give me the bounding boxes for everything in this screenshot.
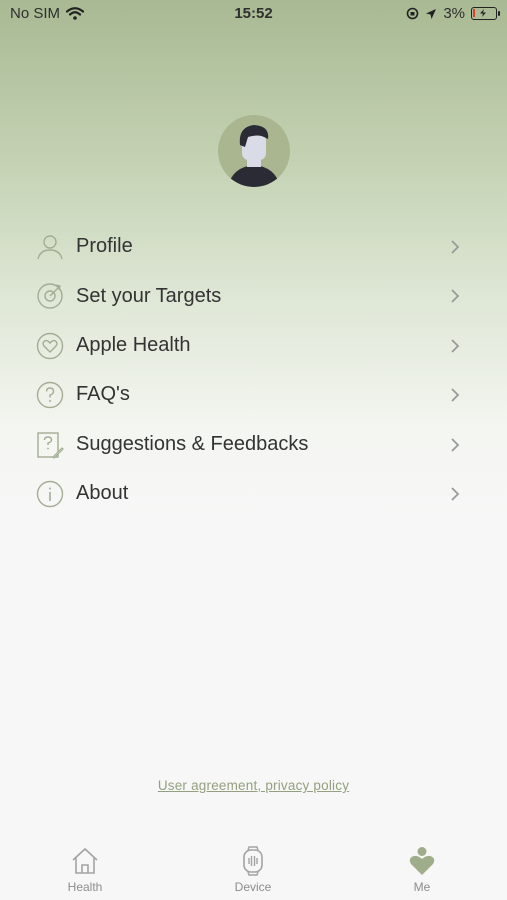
menu-item-profile[interactable]: Profile [0, 222, 507, 271]
menu-item-targets[interactable]: Set your Targets [0, 271, 507, 320]
tab-bar: Health Device Me [0, 840, 507, 900]
chevron-right-icon [451, 388, 460, 402]
tab-label: Device [234, 880, 272, 894]
chevron-right-icon [451, 487, 460, 501]
chevron-right-icon [451, 339, 460, 353]
location-arrow-icon [426, 8, 437, 19]
tab-device[interactable]: Device [193, 840, 313, 894]
menu-item-apple-health[interactable]: Apple Health [0, 321, 507, 370]
house-icon [72, 847, 98, 874]
chevron-right-icon [451, 289, 460, 304]
menu-item-faq[interactable]: FAQ's [0, 370, 507, 419]
person-heart-icon [409, 847, 435, 875]
info-icon [36, 480, 64, 508]
chevron-right-icon [451, 240, 460, 254]
tab-label: Health [67, 880, 103, 894]
menu-item-suggestions[interactable]: Suggestions & Feedbacks [0, 420, 507, 469]
tab-health[interactable]: Health [25, 840, 145, 894]
question-icon [36, 381, 64, 409]
target-icon [37, 283, 63, 310]
watch-icon [243, 846, 263, 876]
battery-percent: 3% [443, 5, 465, 22]
menu-item-label: FAQ's [76, 383, 130, 406]
settings-menu: Profile Set your Targets Apple Health FA… [0, 222, 507, 518]
status-right: 3% [406, 5, 500, 22]
menu-item-label: Set your Targets [76, 284, 222, 307]
avatar[interactable] [218, 115, 290, 187]
tab-me[interactable]: Me [362, 840, 482, 894]
avatar-person-icon [228, 125, 280, 187]
user-agreement-link[interactable]: User agreement, privacy policy [0, 778, 507, 793]
chevron-right-icon [451, 437, 460, 452]
feedback-icon [37, 431, 64, 459]
heart-icon [36, 332, 64, 359]
tab-label: Me [413, 880, 431, 894]
menu-item-label: About [76, 482, 129, 505]
menu-item-label: Apple Health [76, 333, 191, 356]
orientation-lock-icon [407, 7, 419, 20]
menu-item-about[interactable]: About [0, 469, 507, 518]
person-icon [37, 235, 63, 260]
menu-item-label: Suggestions & Feedbacks [76, 432, 309, 455]
status-bar: No SIM 15:52 3% [0, 0, 507, 28]
menu-item-label: Profile [76, 235, 133, 258]
battery-icon [471, 7, 500, 20]
